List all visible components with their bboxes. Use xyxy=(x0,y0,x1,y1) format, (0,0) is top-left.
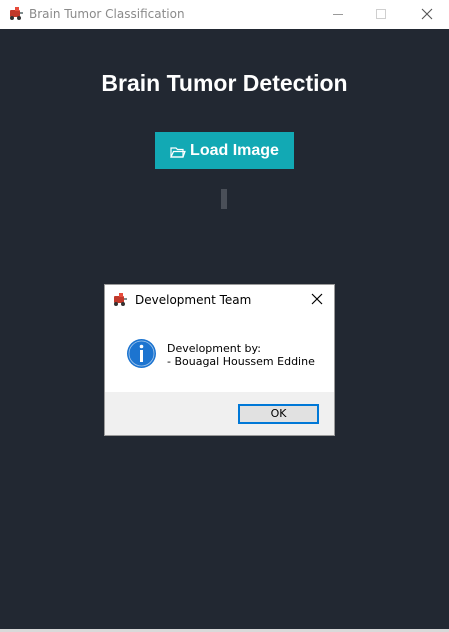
minimize-icon xyxy=(333,14,343,15)
window-title: Brain Tumor Classification xyxy=(29,7,185,21)
folder-open-icon xyxy=(170,146,186,158)
dialog-footer: OK xyxy=(105,392,334,435)
dialog-message-line-1: Development by: xyxy=(167,342,261,355)
maximize-button[interactable] xyxy=(358,0,404,28)
info-dialog: Development Team Development by: - Bouag… xyxy=(105,285,334,435)
load-image-button[interactable]: Load Image xyxy=(155,132,294,169)
app-logo-icon xyxy=(10,7,23,20)
ok-button[interactable]: OK xyxy=(238,404,319,424)
load-image-label: Load Image xyxy=(190,141,279,159)
app-logo-icon xyxy=(114,293,127,306)
dialog-titlebar[interactable]: Development Team xyxy=(105,285,334,313)
page-title: Brain Tumor Detection xyxy=(101,70,348,96)
close-icon xyxy=(311,293,323,305)
image-display-area xyxy=(221,189,227,209)
info-icon xyxy=(127,339,156,368)
dialog-message-line-2: - Bouagal Houssem Eddine xyxy=(167,355,315,368)
dialog-close-button[interactable] xyxy=(309,291,325,307)
close-icon xyxy=(421,8,433,20)
window-close-button[interactable] xyxy=(404,0,449,28)
maximize-icon xyxy=(376,9,386,19)
dialog-title: Development Team xyxy=(135,293,252,307)
window-titlebar[interactable]: Brain Tumor Classification xyxy=(0,0,449,28)
dialog-message: Development by: - Bouagal Houssem Eddine xyxy=(167,342,315,368)
minimize-button[interactable] xyxy=(315,0,361,28)
